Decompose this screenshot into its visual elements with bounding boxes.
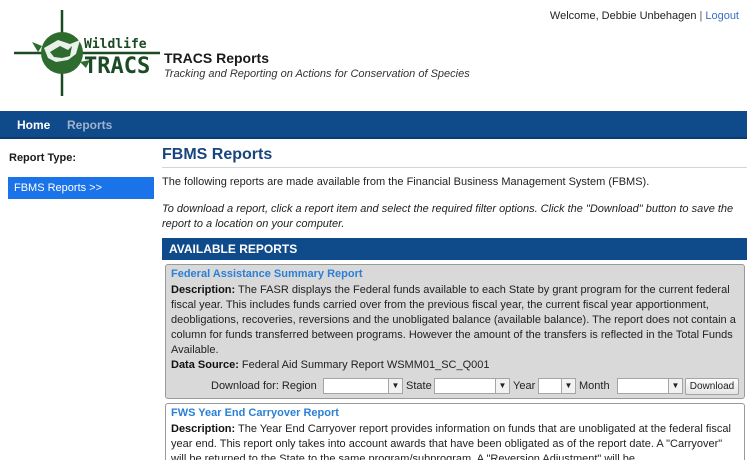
available-reports-header: AVAILABLE REPORTS <box>162 238 747 260</box>
download-button[interactable]: Download <box>685 378 739 395</box>
welcome-text: Welcome, Debbie Unbehagen <box>549 10 697 22</box>
user-welcome: Welcome, Debbie Unbehagen | Logout <box>550 10 739 22</box>
description-text: The FASR displays the Federal funds avai… <box>171 284 736 356</box>
region-filter-label: Download for: Region <box>211 380 317 392</box>
main-nav-bar: Home Reports <box>0 111 747 139</box>
data-source-text: Federal Aid Summary Report WSMM01_SC_Q00… <box>241 359 490 371</box>
year-select[interactable]: ▼ <box>538 378 576 394</box>
report-description: Description: The FASR displays the Feder… <box>171 283 739 358</box>
page-header: Wildlife TRACS TRACS Reports Tracking an… <box>0 0 747 108</box>
logout-link[interactable]: Logout <box>705 10 739 22</box>
chevron-down-icon: ▼ <box>495 379 509 393</box>
wildlife-tracs-logo: Wildlife TRACS <box>14 10 160 96</box>
nav-reports[interactable]: Reports <box>67 118 112 132</box>
report-item-federal-assistance-summary[interactable]: Federal Assistance Summary Report Descri… <box>165 264 745 399</box>
page-title: FBMS Reports <box>162 146 273 163</box>
report-item-fws-year-end-carryover[interactable]: FWS Year End Carryover Report Descriptio… <box>165 403 745 460</box>
report-name[interactable]: Federal Assistance Summary Report <box>171 268 739 283</box>
report-filters: Download for: Region ▼ State ▼ Year ▼ Mo… <box>171 376 739 396</box>
logo-word-wildlife: Wildlife <box>84 37 147 52</box>
state-select[interactable]: ▼ <box>434 378 510 394</box>
app-subtitle: Tracking and Reporting on Actions for Co… <box>164 68 470 80</box>
main-content: FBMS Reports The following reports are m… <box>162 146 747 460</box>
report-name[interactable]: FWS Year End Carryover Report <box>171 407 739 422</box>
app-title: TRACS Reports <box>164 50 270 66</box>
description-text: The Year End Carryover report provides i… <box>171 423 731 460</box>
welcome-separator: | <box>699 10 703 22</box>
download-instructions: To download a report, click a report ite… <box>162 203 734 230</box>
chevron-down-icon: ▼ <box>668 379 682 393</box>
report-data-source: Data Source: Federal Aid Summary Report … <box>171 358 739 372</box>
chevron-down-icon: ▼ <box>561 379 575 393</box>
month-filter-label: Month <box>579 380 610 392</box>
nav-home[interactable]: Home <box>17 118 50 132</box>
year-filter-label: Year <box>513 380 536 392</box>
description-label: Description: <box>171 284 236 296</box>
state-filter-label: State <box>406 380 432 392</box>
data-source-label: Data Source: <box>171 359 239 371</box>
month-select[interactable]: ▼ <box>617 378 683 394</box>
report-type-label: Report Type: <box>9 152 77 164</box>
intro-text: The following reports are made available… <box>162 176 650 188</box>
title-divider <box>162 167 747 168</box>
region-select[interactable]: ▼ <box>323 378 403 394</box>
chevron-down-icon: ▼ <box>388 379 402 393</box>
report-description: Description: The Year End Carryover repo… <box>171 422 739 460</box>
sidebar-item-fbms-reports[interactable]: FBMS Reports >> <box>8 177 154 199</box>
description-label: Description: <box>171 423 236 435</box>
logo-word-tracs: TRACS <box>84 54 150 79</box>
